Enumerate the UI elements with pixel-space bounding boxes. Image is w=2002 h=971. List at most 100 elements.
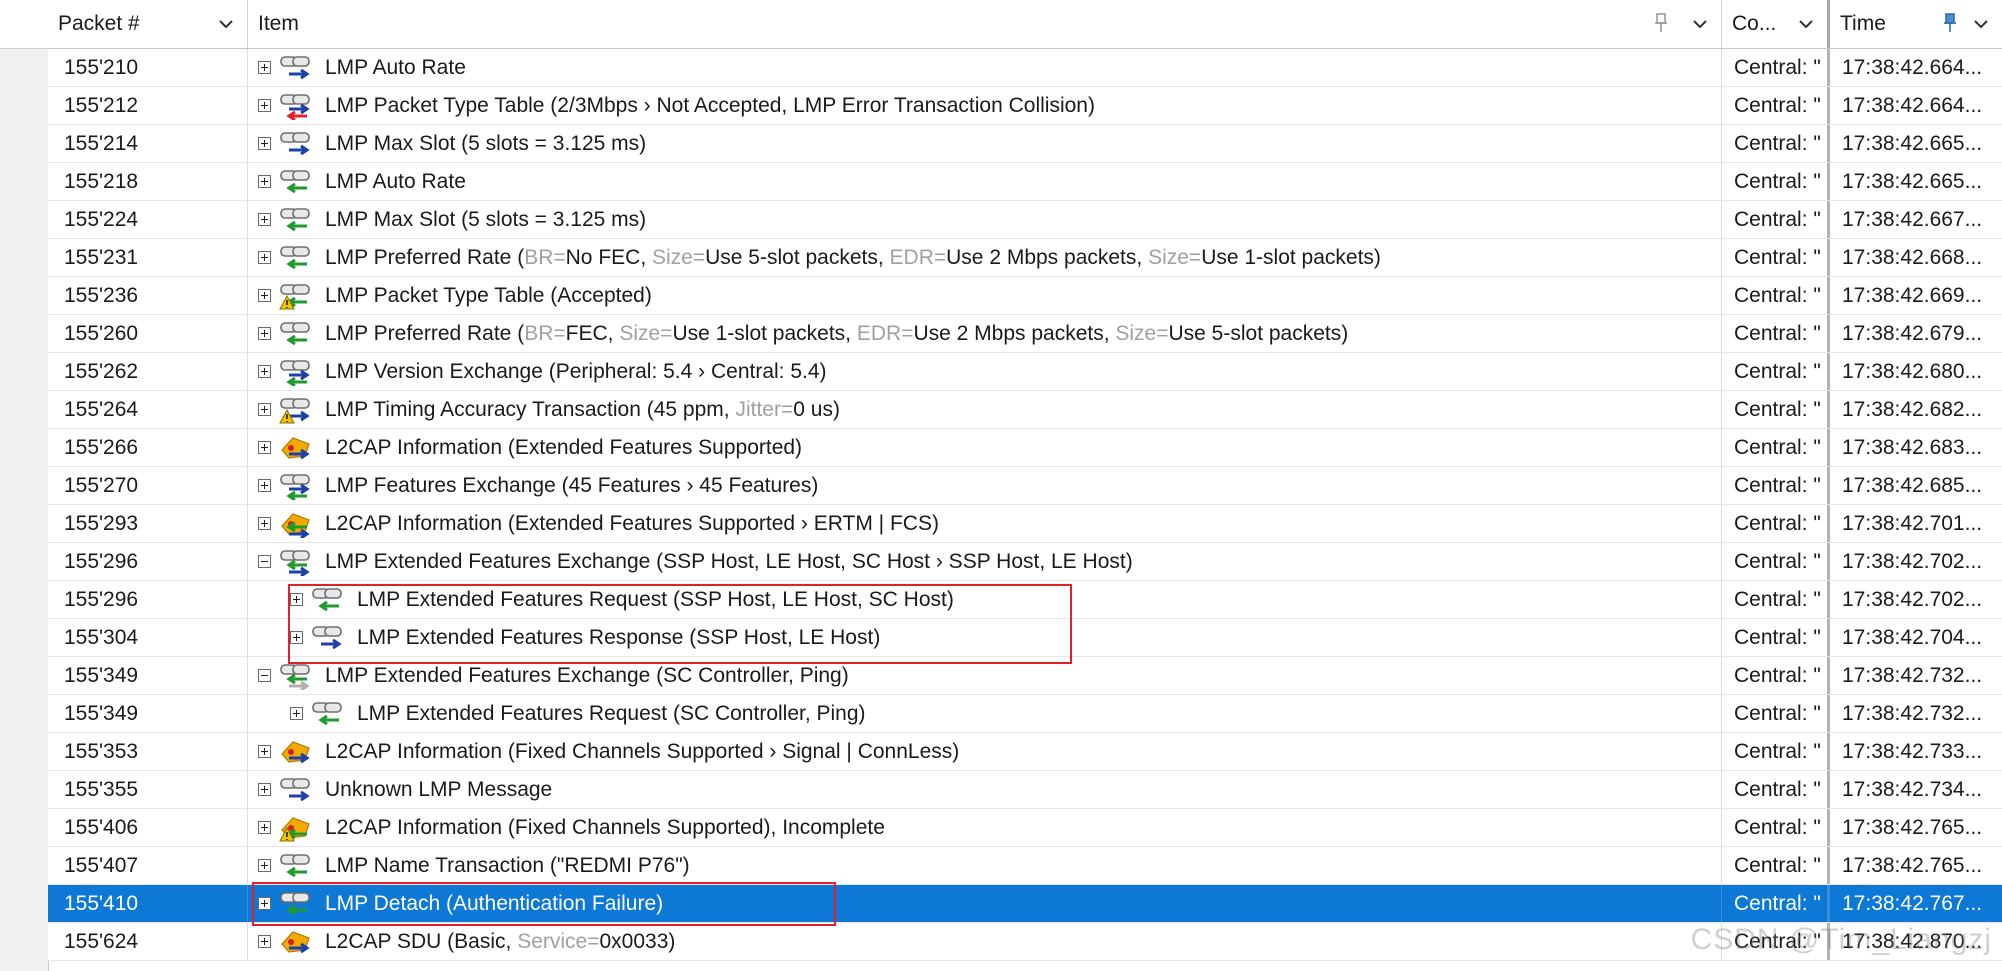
pin-icon[interactable]: [1942, 13, 1958, 33]
timestamp: 17:38:42.732...: [1842, 663, 1983, 687]
pin-icon[interactable]: [1653, 13, 1669, 33]
table-row[interactable]: 155'407 LMP Name Transaction ("REDMI P76"…: [48, 847, 2002, 885]
table-row[interactable]: 155'304 LMP Extended Features Response (S…: [48, 619, 2002, 657]
summary-text: LMP Auto Rate: [325, 169, 466, 193]
expand-icon[interactable]: [290, 631, 303, 644]
summary-text: Use 1-slot packets,: [672, 321, 857, 345]
l2cap-icon: [281, 436, 310, 459]
column-header-time[interactable]: Time: [1830, 0, 2002, 48]
packet-item: L2CAP SDU (Basic, Service=0x0033): [248, 923, 1722, 960]
packet-item: LMP Packet Type Table (2/3Mbps › Not Acc…: [248, 87, 1722, 124]
summary-text: Use 5-slot packets): [1168, 321, 1349, 345]
table-row[interactable]: 155'224 LMP Max Slot (5 slots = 3.125 ms)…: [48, 201, 2002, 239]
connection-value: Central: ": [1722, 619, 1830, 656]
chevron-down-icon[interactable]: [1972, 15, 1990, 33]
expand-icon[interactable]: [258, 897, 271, 910]
expand-icon[interactable]: [258, 441, 271, 454]
table-row[interactable]: 155'210 LMP Auto Rate Central: " 17:38:42.6…: [48, 49, 2002, 87]
chevron-down-icon[interactable]: [1797, 15, 1815, 33]
l2cap-icon: [281, 930, 310, 953]
connection-value: Central: ": [1722, 505, 1830, 542]
table-row[interactable]: 155'236 LMP Packet Type Table (Accepted) C…: [48, 277, 2002, 315]
table-row[interactable]: 155'293 L2CAP Information (Extended Featu…: [48, 505, 2002, 543]
table-row[interactable]: 155'266 L2CAP Information (Extended Featu…: [48, 429, 2002, 467]
lmp-link-icon: [312, 587, 342, 611]
lmp-link-icon: [280, 55, 310, 79]
table-row[interactable]: 155'296 LMP Extended Features Exchange (S…: [48, 543, 2002, 581]
table-row[interactable]: 155'270 LMP Features Exchange (45 Feature…: [48, 467, 2002, 505]
table-row[interactable]: 155'260 LMP Preferred Rate (BR=FEC, Size=…: [48, 315, 2002, 353]
packet-summary: LMP Extended Features Request (SC Contro…: [357, 702, 866, 726]
field-label: Size=: [1115, 321, 1169, 345]
column-header-item[interactable]: Item: [248, 0, 1722, 48]
connection-value: Central: ": [1722, 353, 1830, 390]
field-label: EDR=: [889, 245, 947, 269]
packet-number: 155'224: [48, 201, 248, 238]
column-header-packet[interactable]: Packet #: [48, 0, 248, 48]
packet-number: 155'212: [48, 87, 248, 124]
packet-rows: 155'210 LMP Auto Rate Central: " 17:38:42.6…: [48, 49, 2002, 961]
packet-item: LMP Extended Features Request (SSP Host,…: [248, 581, 1722, 618]
timestamp: 17:38:42.732...: [1842, 701, 1983, 725]
table-row[interactable]: 155'262 LMP Version Exchange (Peripheral:…: [48, 353, 2002, 391]
expand-icon[interactable]: [258, 99, 271, 112]
table-row[interactable]: 155'212 LMP Packet Type Table (2/3Mbps › …: [48, 87, 2002, 125]
table-row[interactable]: 155'349 LMP Extended Features Exchange (S…: [48, 657, 2002, 695]
packet-item: LMP Extended Features Exchange (SC Contr…: [248, 657, 1722, 694]
expand-icon[interactable]: [258, 821, 271, 834]
expand-icon[interactable]: [258, 783, 271, 796]
packet-summary: LMP Packet Type Table (2/3Mbps › Not Acc…: [325, 94, 1095, 118]
table-row[interactable]: 155'264 LMP Timing Accuracy Transaction (…: [48, 391, 2002, 429]
timestamp: 17:38:42.702...: [1842, 587, 1983, 611]
expand-icon[interactable]: [258, 61, 271, 74]
timestamp: 17:38:42.669...: [1842, 283, 1983, 307]
table-row[interactable]: 155'349 LMP Extended Features Request (SC…: [48, 695, 2002, 733]
row-header-gutter: [0, 0, 49, 971]
expand-icon[interactable]: [258, 213, 271, 226]
connection-value: Central: ": [1722, 277, 1830, 314]
expand-icon[interactable]: [258, 479, 271, 492]
column-header-time-label: Time: [1840, 12, 1886, 35]
table-row[interactable]: 155'353 L2CAP Information (Fixed Channels…: [48, 733, 2002, 771]
connection-value: Central: ": [1722, 163, 1830, 200]
packet-item: LMP Timing Accuracy Transaction (45 ppm,…: [248, 391, 1722, 428]
expand-icon[interactable]: [290, 593, 303, 606]
table-row[interactable]: 155'410 LMP Detach (Authentication Failur…: [48, 885, 2002, 923]
table-row[interactable]: 155'406 L2CAP Information (Fixed Channels…: [48, 809, 2002, 847]
table-row[interactable]: 155'296 LMP Extended Features Request (SS…: [48, 581, 2002, 619]
expand-icon[interactable]: [258, 289, 271, 302]
connection-value: Central: ": [1722, 49, 1830, 86]
expand-icon[interactable]: [258, 745, 271, 758]
connection-value: Central: ": [1722, 467, 1830, 504]
field-label: Service=: [517, 929, 600, 953]
packet-item: LMP Preferred Rate (BR=FEC, Size=Use 1-s…: [248, 315, 1722, 352]
expand-icon[interactable]: [258, 365, 271, 378]
expand-icon[interactable]: [258, 251, 271, 264]
packet-summary: LMP Extended Features Exchange (SC Contr…: [325, 664, 849, 688]
packet-item: L2CAP Information (Extended Features Sup…: [248, 429, 1722, 466]
expand-icon[interactable]: [258, 327, 271, 340]
packet-summary: LMP Preferred Rate (BR=FEC, Size=Use 1-s…: [325, 322, 1348, 346]
table-row[interactable]: 155'355 Unknown LMP Message Central: " 17:3…: [48, 771, 2002, 809]
packet-item: L2CAP Information (Fixed Channels Suppor…: [248, 733, 1722, 770]
summary-text: 0 us): [793, 397, 840, 421]
column-header-connection[interactable]: Co...: [1722, 0, 1830, 48]
packet-number: 155'353: [48, 733, 248, 770]
table-row[interactable]: 155'214 LMP Max Slot (5 slots = 3.125 ms)…: [48, 125, 2002, 163]
expand-icon[interactable]: [258, 859, 271, 872]
expand-icon[interactable]: [290, 707, 303, 720]
table-row[interactable]: 155'218 LMP Auto Rate Central: " 17:38:42.6…: [48, 163, 2002, 201]
expand-icon[interactable]: [258, 935, 271, 948]
expand-icon[interactable]: [258, 175, 271, 188]
expand-icon[interactable]: [258, 403, 271, 416]
table-row[interactable]: 155'231 LMP Preferred Rate (BR=No FEC, Si…: [48, 239, 2002, 277]
expand-icon[interactable]: [258, 137, 271, 150]
expand-icon[interactable]: [258, 517, 271, 530]
collapse-icon[interactable]: [258, 669, 271, 682]
chevron-down-icon[interactable]: [1691, 15, 1709, 33]
timestamp: 17:38:42.704...: [1842, 625, 1983, 649]
chevron-down-icon[interactable]: [217, 15, 235, 33]
packet-number: 155'262: [48, 353, 248, 390]
packet-number: 155'218: [48, 163, 248, 200]
collapse-icon[interactable]: [258, 555, 271, 568]
